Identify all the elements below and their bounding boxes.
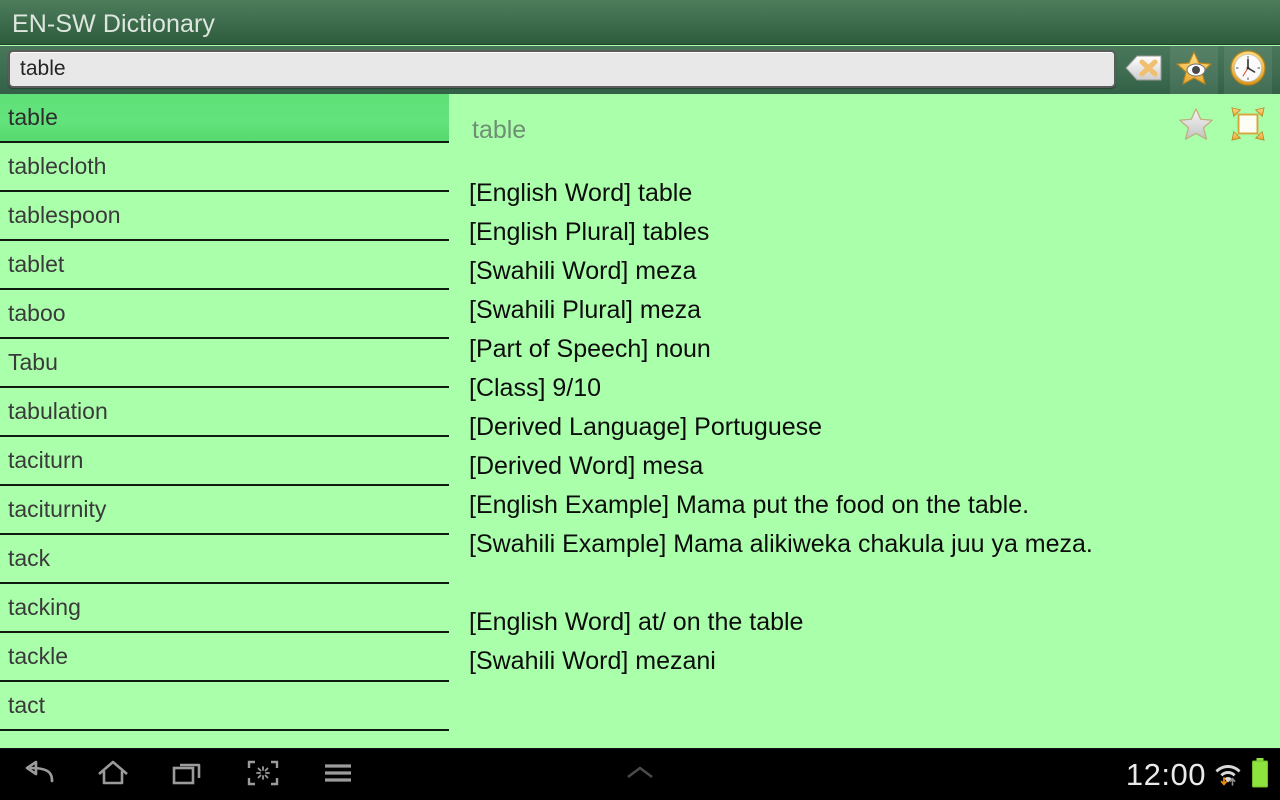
list-item[interactable]: table	[0, 94, 449, 143]
chevron-up-icon	[622, 763, 658, 788]
list-item[interactable]: tackle	[0, 633, 449, 682]
nav-screenshot-button[interactable]	[225, 749, 300, 800]
backspace-clear-icon	[1124, 53, 1164, 88]
favorites-button[interactable]	[1170, 46, 1218, 94]
list-item[interactable]: tablet	[0, 241, 449, 290]
list-item[interactable]: tacking	[0, 584, 449, 633]
list-item[interactable]	[0, 731, 449, 748]
nav-menu-button[interactable]	[300, 749, 375, 800]
list-item[interactable]: tabulation	[0, 388, 449, 437]
notifications-handle[interactable]	[615, 749, 665, 800]
wifi-icon	[1213, 758, 1243, 793]
nav-buttons-group	[0, 749, 375, 800]
screenshot-icon	[246, 759, 280, 792]
app-root: EN-SW Dictionary table table tablecloth …	[0, 0, 1280, 800]
menu-hamburger-icon	[321, 759, 355, 792]
expand-fullscreen-icon	[1230, 106, 1266, 147]
definition-spacer	[469, 564, 1268, 603]
definition-line: [Swahili Word] mezani	[469, 647, 716, 675]
nav-back-button[interactable]	[0, 749, 75, 800]
title-bar: EN-SW Dictionary	[0, 0, 1280, 45]
list-item[interactable]: tack	[0, 535, 449, 584]
detail-toolbar	[1176, 106, 1268, 146]
clear-search-button[interactable]	[1120, 46, 1168, 94]
definition-line: [English Example] Mama put the food on t…	[469, 491, 1030, 519]
status-area[interactable]: 12:00	[1126, 749, 1270, 800]
history-button[interactable]	[1224, 46, 1272, 94]
list-item[interactable]: taboo	[0, 290, 449, 339]
star-outline-icon	[1178, 106, 1214, 147]
search-input[interactable]	[10, 52, 1114, 86]
definition-line: [English Word] table	[469, 179, 693, 207]
star-eye-icon	[1175, 49, 1213, 92]
detail-header-word: table	[472, 116, 527, 144]
add-favorite-button[interactable]	[1176, 106, 1216, 146]
list-item[interactable]: taciturn	[0, 437, 449, 486]
list-item[interactable]: tablespoon	[0, 192, 449, 241]
definition-line: [Class] 9/10	[469, 374, 602, 402]
definition-line: [Swahili Plural] meza	[469, 296, 702, 324]
battery-icon	[1250, 757, 1270, 794]
definition-body: [English Word] table [English Plural] ta…	[469, 174, 1268, 681]
list-item[interactable]: taciturnity	[0, 486, 449, 535]
definition-line: [Derived Language] Portuguese	[469, 413, 823, 441]
status-clock: 12:00	[1125, 757, 1206, 792]
definition-line: [Derived Word] mesa	[469, 452, 704, 480]
detail-pane: table [English Word] table [English Plur…	[449, 94, 1280, 748]
search-field-wrapper[interactable]	[8, 50, 1116, 88]
clock-icon	[1229, 49, 1267, 92]
android-navigation-bar: 12:00	[0, 748, 1280, 800]
nav-recents-button[interactable]	[150, 749, 225, 800]
word-list[interactable]: table tablecloth tablespoon tablet taboo…	[0, 94, 449, 748]
recent-apps-icon	[171, 759, 205, 792]
expand-button[interactable]	[1228, 106, 1268, 146]
search-toolbar	[0, 46, 1280, 94]
home-icon	[96, 759, 130, 792]
definition-line: [English Word] at/ on the table	[469, 608, 804, 636]
definition-line: [Part of Speech] noun	[469, 335, 711, 363]
definition-line: [English Plural] tables	[469, 218, 710, 246]
definition-line: [Swahili Word] meza	[469, 257, 697, 285]
definition-line: [Swahili Example] Mama alikiweka chakula…	[469, 530, 1093, 558]
app-title: EN-SW Dictionary	[12, 10, 216, 38]
list-item[interactable]: tablecloth	[0, 143, 449, 192]
list-item[interactable]: Tabu	[0, 339, 449, 388]
list-item[interactable]: tact	[0, 682, 449, 731]
nav-home-button[interactable]	[75, 749, 150, 800]
back-arrow-icon	[21, 759, 55, 792]
